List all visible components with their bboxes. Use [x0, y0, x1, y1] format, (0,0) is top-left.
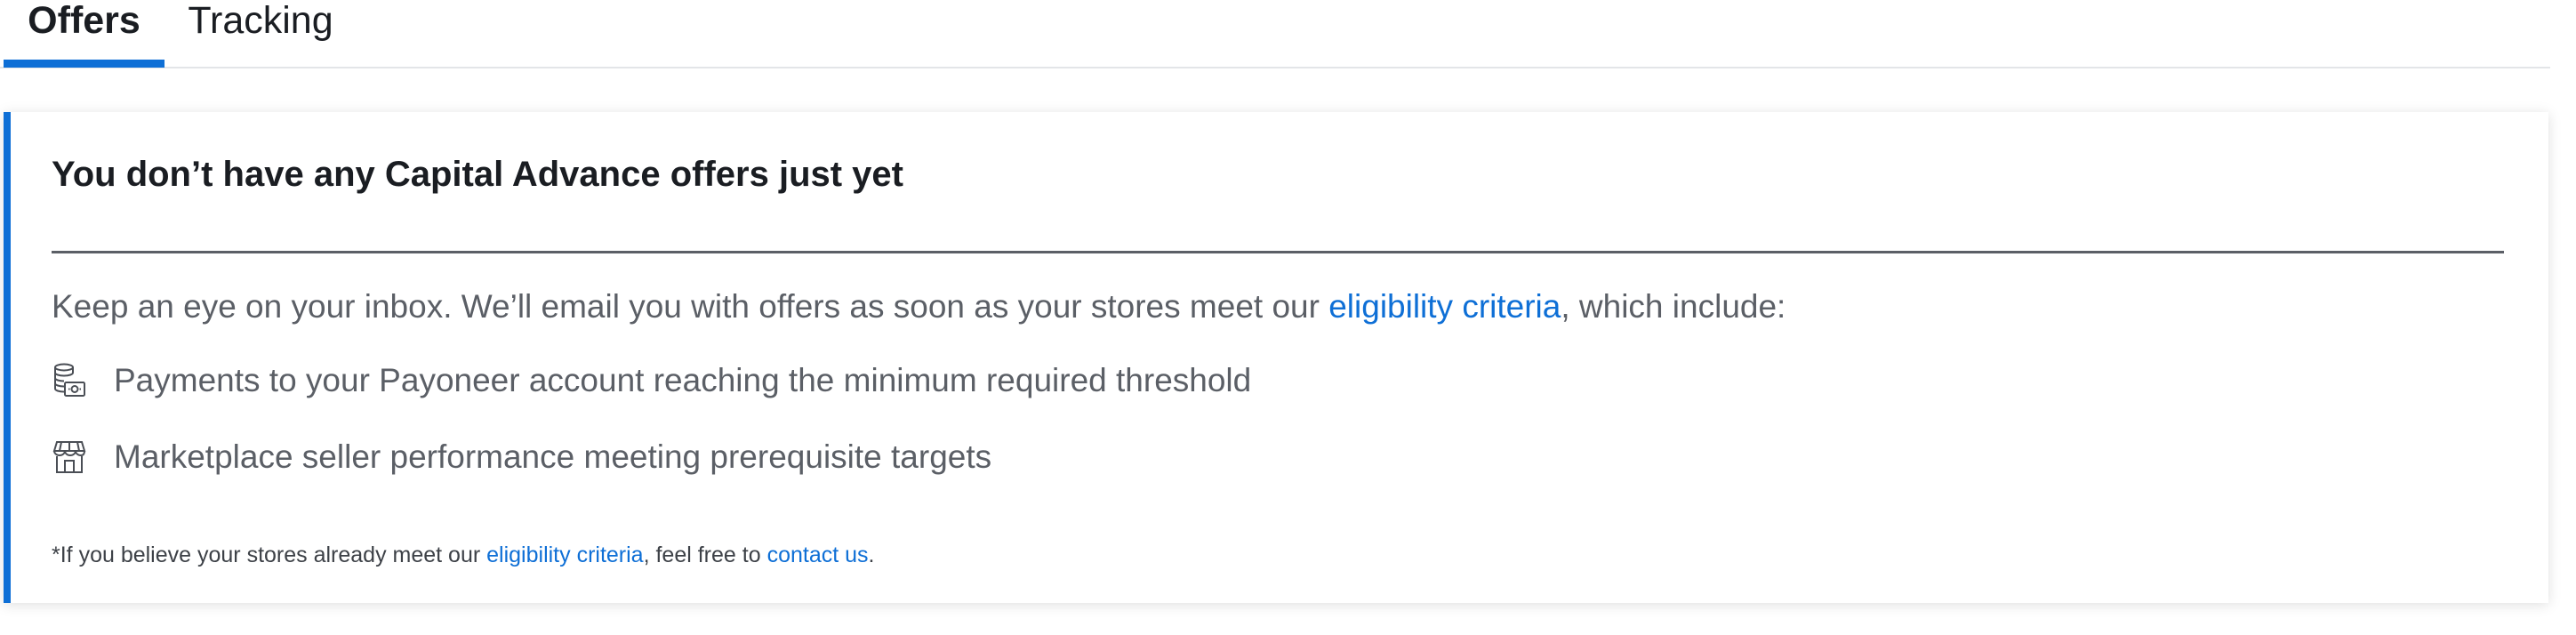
- card-accent-bar: [4, 112, 11, 603]
- tab-offers[interactable]: Offers: [4, 0, 165, 68]
- intro-text: Keep an eye on your inbox. We’ll email y…: [52, 288, 1786, 326]
- coins-banknote-icon: [52, 361, 87, 400]
- criteria-item-label: Marketplace seller performance meeting p…: [114, 438, 992, 475]
- criteria-item-seller-performance: Marketplace seller performance meeting p…: [52, 438, 991, 477]
- no-offers-card: You don’t have any Capital Advance offer…: [4, 112, 2548, 603]
- footnote-middle: , feel free to: [643, 543, 767, 567]
- tab-tracking[interactable]: Tracking: [185, 0, 336, 68]
- tab-offers-label: Offers: [28, 0, 140, 42]
- intro-text-after: , which include:: [1561, 288, 1786, 325]
- tab-bar: Offers Tracking: [0, 0, 2550, 68]
- storefront-icon: [52, 438, 87, 477]
- contact-us-link[interactable]: contact us: [767, 543, 869, 567]
- divider: [52, 251, 2504, 253]
- footnote-eligibility-criteria-link[interactable]: eligibility criteria: [486, 543, 643, 567]
- card-title: You don’t have any Capital Advance offer…: [52, 155, 903, 194]
- intro-text-before: Keep an eye on your inbox. We’ll email y…: [52, 288, 1329, 325]
- footnote: *If you believe your stores already meet…: [52, 543, 874, 568]
- eligibility-criteria-link[interactable]: eligibility criteria: [1328, 288, 1561, 325]
- criteria-item-label: Payments to your Payoneer account reachi…: [114, 362, 1252, 398]
- footnote-after: .: [868, 543, 875, 567]
- footnote-before: *If you believe your stores already meet…: [52, 543, 487, 567]
- criteria-item-payments: Payments to your Payoneer account reachi…: [52, 361, 1251, 400]
- tab-tracking-label: Tracking: [188, 0, 333, 42]
